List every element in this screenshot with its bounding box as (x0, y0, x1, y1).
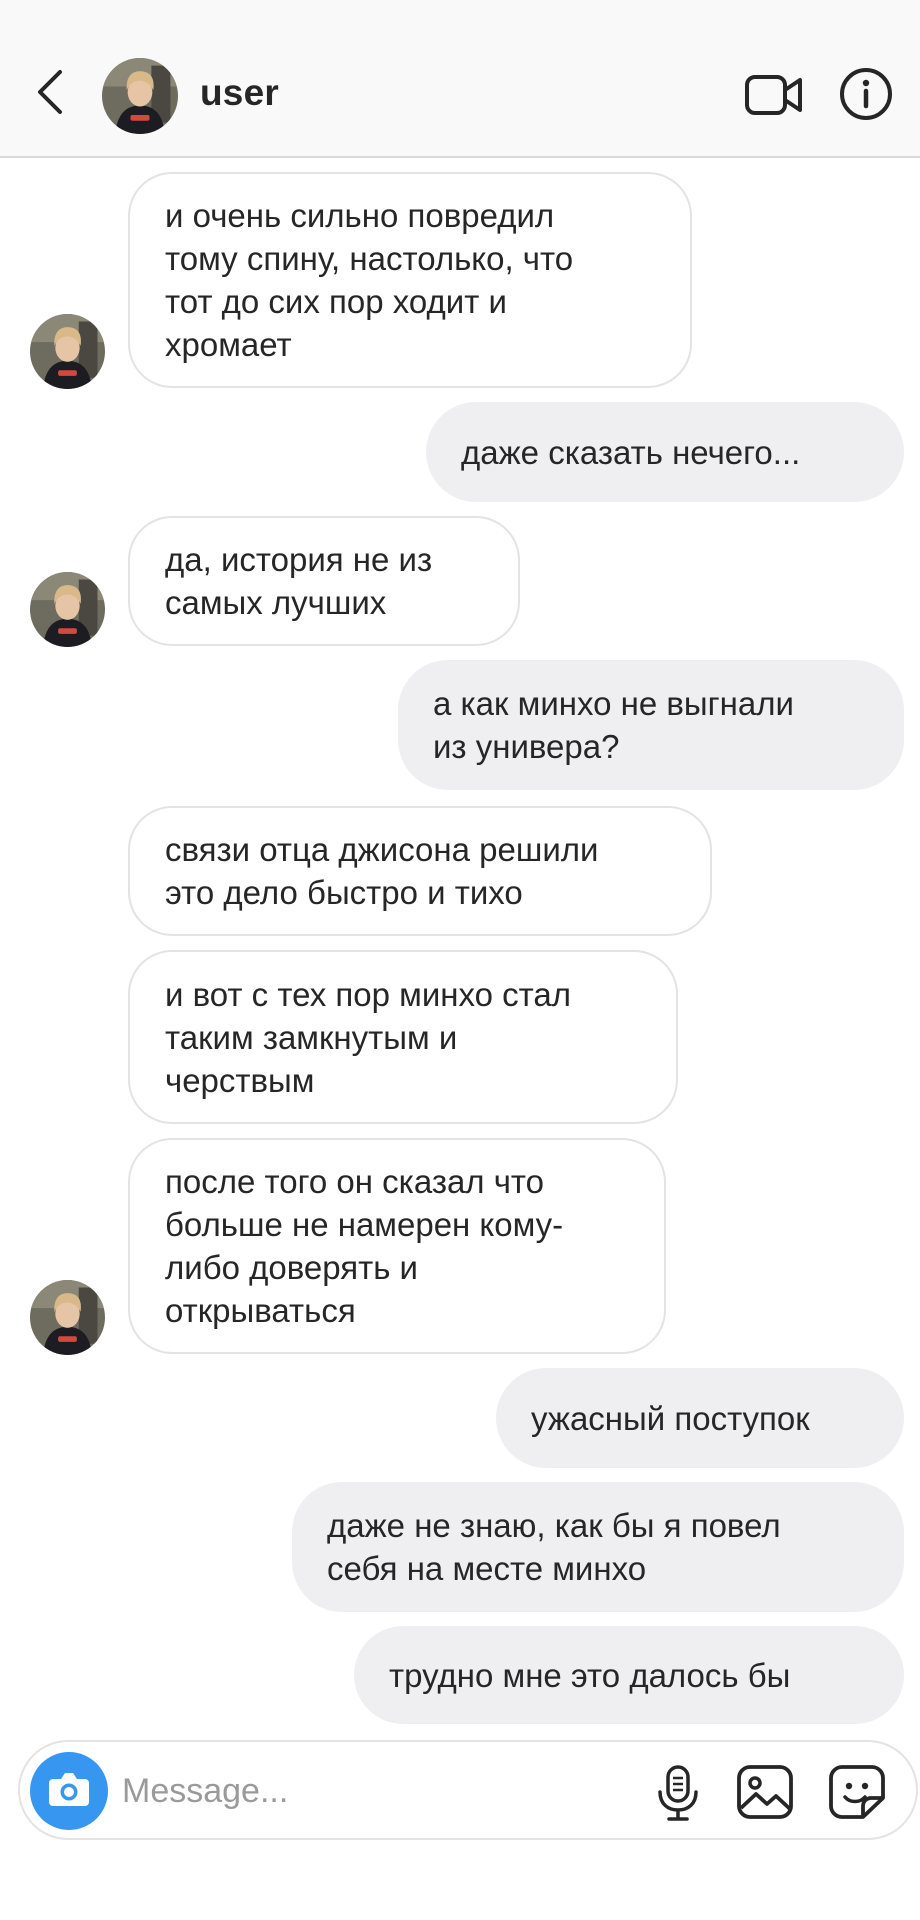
info-icon (838, 68, 894, 126)
message-bubble-incoming[interactable]: связи отца джисона решили это дело быстр… (128, 806, 712, 936)
info-button[interactable] (838, 66, 894, 122)
message-input[interactable] (122, 1762, 542, 1820)
message-bubble-outgoing[interactable]: ужасный поступок (496, 1368, 904, 1468)
back-button[interactable] (28, 58, 72, 130)
camera-icon (47, 1770, 91, 1813)
message-bubble-incoming[interactable]: и очень сильно повредил тому спину, наст… (128, 172, 692, 388)
chevron-left-icon (36, 68, 64, 121)
video-camera-icon (744, 75, 804, 126)
camera-button[interactable] (30, 1752, 108, 1830)
username[interactable]: user (200, 72, 279, 114)
message-bubble-incoming[interactable]: и вот с тех пор минхо стал таким замкнут… (128, 950, 678, 1124)
sticker-button[interactable] (828, 1764, 886, 1820)
message-bubble-outgoing[interactable]: даже сказать нечего... (426, 402, 904, 502)
message-composer (18, 1740, 918, 1840)
message-bubble-outgoing[interactable]: а как минхо не выгнали из универа? (398, 660, 904, 790)
microphone-icon (654, 1765, 702, 1826)
message-bubble-incoming[interactable]: после того он сказал что больше не намер… (128, 1138, 666, 1354)
voice-message-button[interactable] (654, 1764, 702, 1822)
header-avatar[interactable] (102, 58, 178, 134)
chat-header: user (0, 0, 920, 158)
sender-avatar[interactable] (30, 572, 105, 647)
sender-avatar[interactable] (30, 1280, 105, 1355)
message-bubble-incoming[interactable]: да, история не из самых лучших (128, 516, 520, 646)
message-bubble-outgoing[interactable]: даже не знаю, как бы я повел себя на мес… (292, 1482, 904, 1612)
sender-avatar[interactable] (30, 314, 105, 389)
gallery-button[interactable] (736, 1764, 794, 1820)
gallery-icon (736, 1765, 794, 1824)
sticker-icon (828, 1765, 886, 1824)
video-call-button[interactable] (744, 68, 804, 122)
message-bubble-outgoing[interactable]: трудно мне это далось бы (354, 1626, 904, 1724)
